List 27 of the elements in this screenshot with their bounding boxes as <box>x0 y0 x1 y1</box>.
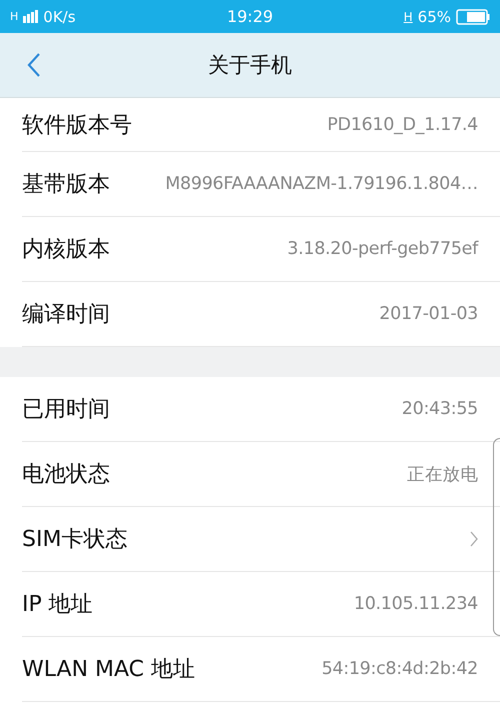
network-type: H <box>10 10 18 23</box>
setting-label: 编译时间 <box>22 301 110 329</box>
setting-label: SIM卡状态 <box>22 526 128 554</box>
back-icon <box>27 52 41 78</box>
setting-label: WLAN MAC 地址 <box>22 656 196 684</box>
setting-value: PD1610_D_1.17.4 <box>327 114 478 134</box>
setting-value: 3.18.20-perf-geb775ef <box>287 239 478 259</box>
setting-value: M8996FAAAANAZM-1.79196.1.804… <box>165 174 478 194</box>
battery-percent: 65% <box>418 8 451 26</box>
data-type: H <box>404 10 413 24</box>
setting-label: IP 地址 <box>22 591 93 619</box>
signal-icon <box>23 10 38 23</box>
chevron-right-icon <box>470 531 478 547</box>
network-speed: 0K/s <box>43 8 76 26</box>
battery-icon <box>456 8 490 24</box>
setting-label: 电池状态 <box>22 461 110 489</box>
setting-value: 10.105.11.234 <box>354 594 478 614</box>
setting-value: 正在放电 <box>407 464 478 486</box>
setting-value: 2017-01-03 <box>379 304 478 324</box>
setting-label: 软件版本号 <box>22 112 132 140</box>
setting-value: 20:43:55 <box>402 399 478 419</box>
setting-label: 基带版本 <box>22 171 110 199</box>
page-title: 关于手机 <box>208 52 292 79</box>
setting-value: 54:19:c8:4d:2b:42 <box>322 659 478 679</box>
clock-time: 19:29 <box>226 7 274 26</box>
setting-label: 内核版本 <box>22 236 110 264</box>
setting-label: 已用时间 <box>22 396 110 424</box>
